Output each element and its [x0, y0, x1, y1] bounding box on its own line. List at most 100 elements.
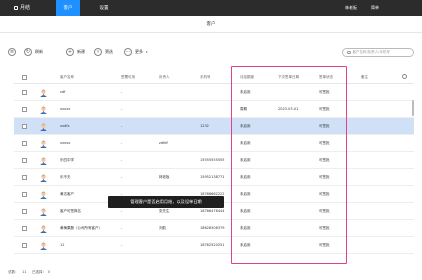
- scrollbar[interactable]: [412, 100, 414, 116]
- table-row[interactable]: xxdfs -1232 未启用 可签批: [14, 118, 414, 135]
- cell-name: xxxxx: [60, 141, 71, 145]
- cell-owner: zdfdf: [159, 141, 168, 145]
- total-label: 总数：: [8, 270, 19, 274]
- column-header[interactable]: 签署可用: [121, 70, 135, 84]
- row-checkbox[interactable]: [22, 90, 27, 95]
- cell-name: 乐不夫: [60, 175, 71, 179]
- row-checkbox[interactable]: [22, 158, 27, 163]
- cell-owner: 刘航: [159, 226, 166, 230]
- tab-customers-label: 客户: [63, 6, 73, 11]
- cell-name: 黄梅果酿（公司所有客户）: [60, 226, 102, 230]
- plus-icon: +: [66, 48, 74, 56]
- cell-sign: -: [121, 226, 123, 230]
- cell-name: xxdfs: [60, 124, 70, 128]
- cell-name: xxxxx: [60, 107, 71, 111]
- avatar-icon: [40, 208, 47, 216]
- column-header[interactable]: 客户名称: [60, 70, 74, 84]
- search-input[interactable]: 客户名称/负责人/手机号: [342, 48, 414, 57]
- gear-icon[interactable]: [402, 74, 407, 79]
- cell-owner: 林老板: [159, 175, 170, 179]
- filter-label: 筛选: [105, 49, 113, 54]
- add-label: 新建: [77, 49, 85, 54]
- avatar-icon: [40, 225, 47, 233]
- avatar-icon: [40, 89, 47, 97]
- avatar-icon: [40, 140, 47, 148]
- filter-button[interactable]: ▿ 筛选: [94, 48, 113, 56]
- table-footer: 总数： 11 已选择： 0: [0, 266, 422, 280]
- cell-name: zdf: [60, 90, 66, 94]
- highlight-box: [231, 66, 347, 264]
- tab-settings[interactable]: 设置: [92, 0, 116, 16]
- cell-phone: 15952138771: [200, 175, 225, 179]
- cell-sign: -: [121, 90, 123, 94]
- avatar-icon: [40, 174, 47, 182]
- table-row[interactable]: 12-18762520251 未启用 可签批: [14, 237, 414, 254]
- user-name-label: 林老板: [345, 5, 357, 10]
- chevron-down-icon: ▾: [146, 50, 148, 54]
- app-logo[interactable]: 月结: [14, 4, 30, 11]
- refresh-button[interactable]: ↻ 刷新: [24, 48, 43, 56]
- row-checkbox[interactable]: [22, 243, 27, 248]
- more-icon: ⋯: [124, 48, 132, 56]
- column-header[interactable]: 手机号: [200, 70, 211, 84]
- table-row[interactable]: xxxxx - zdfdf 未启用 可签批: [14, 135, 414, 152]
- page-title: 客户: [0, 16, 422, 33]
- tab-customers[interactable]: 客户: [56, 0, 80, 16]
- total-count: 11: [22, 270, 27, 274]
- selected-label: 已选择：: [32, 270, 46, 274]
- avatar-icon: [40, 106, 47, 114]
- avatar-icon: [40, 123, 47, 131]
- app-name: 月结: [20, 5, 31, 11]
- avatar-icon: [40, 157, 47, 165]
- cell-sign: -: [121, 107, 123, 111]
- select-all-checkbox[interactable]: [22, 75, 27, 80]
- refresh-icon: ↻: [24, 48, 32, 56]
- refresh-label: 刷新: [35, 49, 43, 54]
- table-row[interactable]: xxxxx - 周期 2023-03-01 可签批: [14, 101, 414, 118]
- help-link-label: 简单: [371, 5, 379, 10]
- cell-phone: 1232: [200, 124, 209, 128]
- cell-name: 黄志客户: [60, 192, 74, 196]
- toggle-sidebar-button[interactable]: ≡: [8, 48, 16, 56]
- table-row[interactable]: 乐不夫 - 林老板 15952138771 未启用 可签批: [14, 169, 414, 186]
- more-label: 更多: [135, 49, 143, 54]
- filter-icon: ▿: [94, 48, 102, 56]
- cell-sign: -: [121, 243, 123, 247]
- search-icon: [347, 50, 351, 55]
- row-checkbox[interactable]: [22, 175, 27, 180]
- table-row[interactable]: 乐四中学 -15555555555 未启用 可签批: [14, 152, 414, 169]
- cell-name: 客户可签换名: [60, 209, 81, 213]
- help-link[interactable]: 简单: [371, 0, 379, 16]
- tooltip: 管理客户是否启用月结，以及设单日期: [108, 196, 224, 208]
- row-checkbox[interactable]: [22, 141, 27, 146]
- row-checkbox[interactable]: [22, 226, 27, 231]
- logo-icon: [14, 5, 18, 10]
- table-header: 客户名称 签署可用 负责人 手机号 月结额度 下次签单日期 签单状态 备注: [14, 70, 414, 84]
- row-checkbox[interactable]: [22, 192, 27, 197]
- tab-settings-label: 设置: [99, 6, 109, 11]
- more-button[interactable]: ⋯ 更多 ▾: [124, 48, 148, 56]
- list-icon: ≡: [8, 48, 16, 56]
- user-name[interactable]: 林老板: [345, 0, 357, 16]
- row-checkbox[interactable]: [22, 124, 27, 129]
- cell-name: 乐四中学: [60, 158, 74, 162]
- row-checkbox[interactable]: [22, 209, 27, 214]
- cell-sign: -: [121, 141, 123, 145]
- search-placeholder: 客户名称/负责人/手机号: [352, 50, 390, 54]
- cell-sign: -: [121, 175, 123, 179]
- avatar-icon: [40, 242, 47, 250]
- cell-name: 12: [60, 243, 65, 247]
- cell-sign: -: [121, 124, 123, 128]
- cell-phone: 18762520251: [200, 243, 225, 247]
- add-button[interactable]: + 新建: [66, 48, 85, 56]
- column-header[interactable]: 备注: [361, 70, 368, 84]
- column-header[interactable]: 负责人: [159, 70, 170, 84]
- selected-count: 0: [48, 270, 51, 274]
- top-navigation-bar: 月结 客户 设置 林老板 简单: [0, 0, 422, 16]
- toolbar: ≡ ↻ 刷新 + 新建 ▿ 筛选 ⋯ 更多 ▾ 客户名称/负责人/手机号: [0, 44, 422, 64]
- table-row[interactable]: zdf - 未启用 可签批: [14, 84, 414, 101]
- table-row[interactable]: 黄梅果酿（公司所有客户） - 刘航 18628306379 未启用 可签批: [14, 220, 414, 237]
- cell-phone: 18628306379: [200, 226, 225, 230]
- cell-phone: 15555555555: [200, 158, 225, 162]
- row-checkbox[interactable]: [22, 107, 27, 112]
